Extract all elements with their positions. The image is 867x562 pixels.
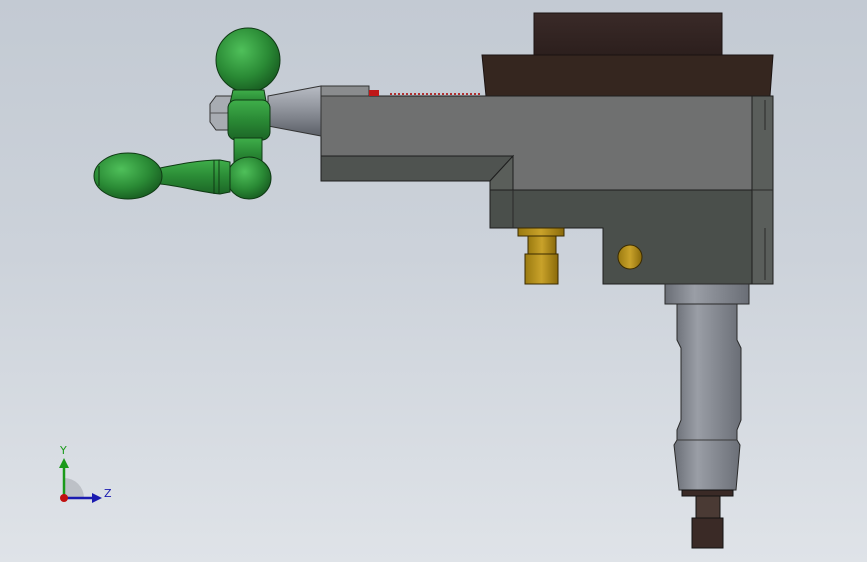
- triad-plane: [64, 478, 84, 498]
- brass-fitting[interactable]: [517, 227, 565, 285]
- tool-holder[interactable]: [681, 489, 734, 549]
- green-handwheel[interactable]: [93, 27, 281, 200]
- y-axis-arrow-icon: [59, 458, 69, 468]
- tapered-shaft[interactable]: [267, 85, 322, 137]
- origin-dot-icon: [60, 494, 68, 502]
- cad-model[interactable]: [0, 0, 867, 562]
- spindle[interactable]: [664, 283, 750, 491]
- brass-plug[interactable]: [617, 244, 643, 270]
- z-axis-arrow-icon: [92, 493, 102, 503]
- y-axis-label: Y: [59, 444, 67, 457]
- z-axis-label: Z: [104, 487, 112, 500]
- dark-top-cap[interactable]: [481, 12, 774, 97]
- graphics-viewport[interactable]: Y Z: [0, 0, 867, 562]
- axis-triad: Y Z: [59, 444, 112, 503]
